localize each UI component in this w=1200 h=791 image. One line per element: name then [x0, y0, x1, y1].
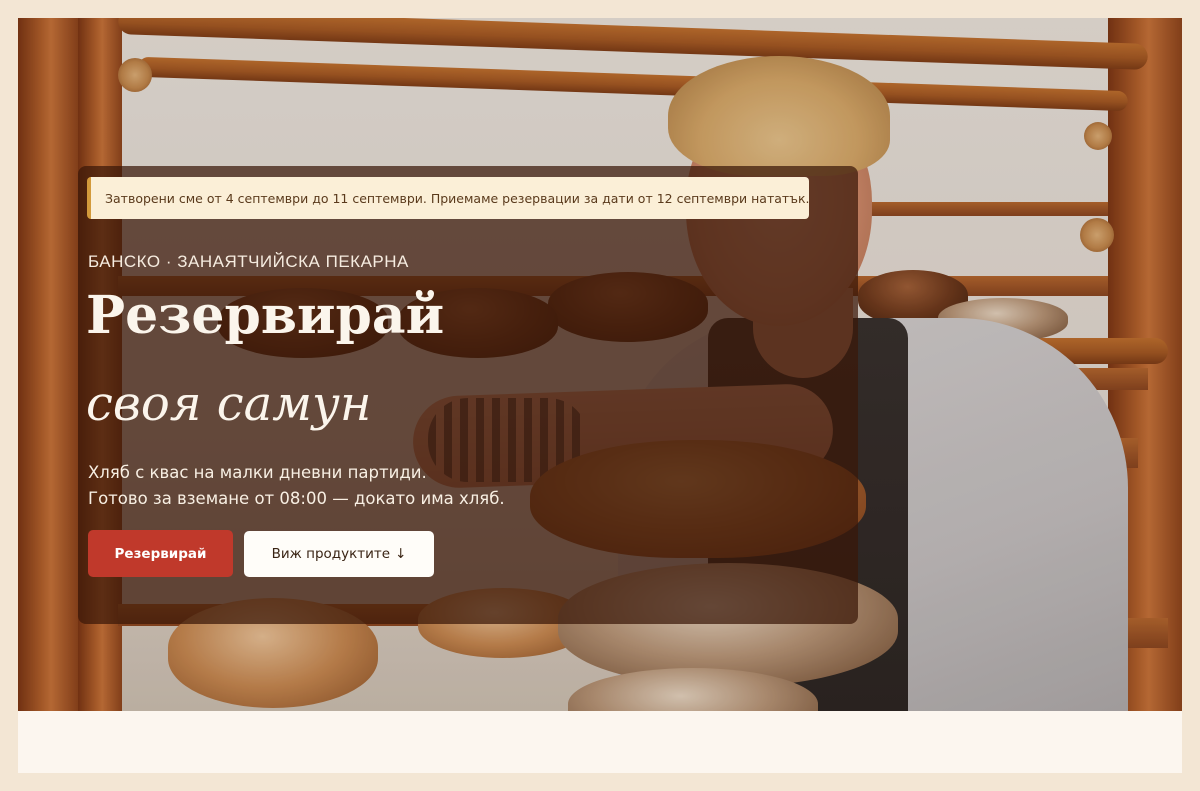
- reserve-button[interactable]: Резервирай: [88, 530, 233, 577]
- hero-subtitle-line2: Готово за вземане от 08:00 — докато има …: [88, 489, 505, 508]
- hero-title-line1: Резервирай: [86, 285, 445, 346]
- reserve-button-label: Резервирай: [114, 545, 207, 562]
- hero-eyebrow: БАНСКО · ЗАНАЯТЧИЙСКА ПЕКАРНА: [88, 252, 409, 271]
- view-products-label: Виж продуктите: [271, 546, 391, 562]
- closure-notice: Затворени сме от 4 септември до 11 септе…: [87, 177, 810, 219]
- closure-notice-text: Затворени сме от 4 септември до 11 септе…: [105, 190, 810, 206]
- hero-title-line2: своя самун: [86, 376, 372, 432]
- arrow-down-icon: ↓: [395, 546, 407, 562]
- hero-subtitle: Хляб с квас на малки дневни партиди. Гот…: [88, 460, 505, 512]
- hero-subtitle-line1: Хляб с квас на малки дневни партиди.: [88, 463, 427, 482]
- view-products-button[interactable]: Виж продуктите ↓: [244, 531, 434, 577]
